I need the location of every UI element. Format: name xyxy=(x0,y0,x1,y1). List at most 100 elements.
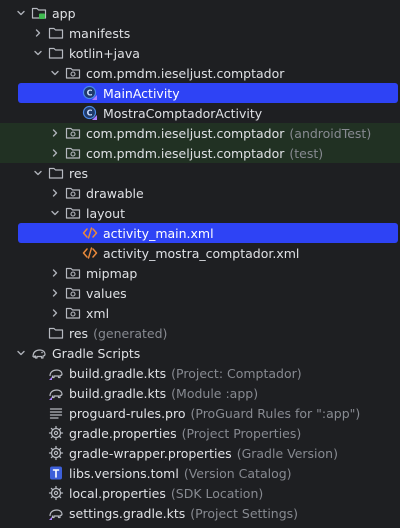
tree-node-label: activity_main.xml xyxy=(103,225,214,241)
tree-node-hint: (generated) xyxy=(93,325,168,341)
gradle-elephant-icon xyxy=(31,345,47,361)
tree-node-package-main[interactable]: com.pmdm.ieseljust.comptador xyxy=(0,63,400,83)
tree-node-package-test[interactable]: com.pmdm.ieseljust.comptador (test) xyxy=(0,143,400,163)
kotlin-class-icon xyxy=(82,105,98,121)
tree-node-label: MostraComptadorActivity xyxy=(103,105,263,121)
tree-node-app[interactable]: app xyxy=(0,3,400,23)
chevron-down-icon[interactable] xyxy=(14,6,28,20)
tree-node-label: gradle.properties xyxy=(69,425,177,441)
tree-node-label: res xyxy=(69,165,89,181)
tree-node-label: xml xyxy=(86,305,110,321)
tree-node-res[interactable]: res xyxy=(0,163,400,183)
chevron-down-icon[interactable] xyxy=(14,346,28,360)
tree-node-kotlin-java[interactable]: kotlin+java xyxy=(0,43,400,63)
folder-icon xyxy=(48,25,64,41)
tree-node-xml[interactable]: xml xyxy=(0,303,400,323)
tree-node-settings-gradle[interactable]: settings.gradle.kts (Project Settings) xyxy=(0,503,400,523)
text-file-icon xyxy=(48,405,64,421)
tree-node-label: proguard-rules.pro xyxy=(69,405,186,421)
tree-node-label: activity_mostra_comptador.xml xyxy=(103,245,300,261)
module-folder-icon xyxy=(31,5,47,21)
tree-node-hint: (Project Properties) xyxy=(181,425,302,441)
chevron-right-icon[interactable] xyxy=(48,306,62,320)
package-icon xyxy=(65,65,81,81)
gear-icon xyxy=(48,485,64,501)
xml-file-icon xyxy=(82,225,98,241)
package-icon xyxy=(65,285,81,301)
xml-file-icon xyxy=(82,245,98,261)
tree-node-label: drawable xyxy=(86,185,144,201)
tree-node-hint: (Module :app) xyxy=(171,385,259,401)
tree-node-hint: (SDK Location) xyxy=(170,485,264,501)
chevron-right-icon[interactable] xyxy=(48,186,62,200)
tree-node-hint: (test) xyxy=(289,145,324,161)
tree-node-label: gradle-wrapper.properties xyxy=(69,445,232,461)
package-icon xyxy=(65,145,81,161)
tree-node-label: build.gradle.kts xyxy=(69,365,167,381)
tree-node-label: MainActivity xyxy=(103,85,180,101)
tree-node-proguard-rules[interactable]: proguard-rules.pro (ProGuard Rules for "… xyxy=(0,403,400,423)
tree-node-gradle-wrapper-properties[interactable]: gradle-wrapper.properties (Gradle Versio… xyxy=(0,443,400,463)
kotlin-class-icon xyxy=(82,85,98,101)
chevron-down-icon[interactable] xyxy=(48,206,62,220)
folder-icon xyxy=(48,45,64,61)
tree-node-hint: (Project Settings) xyxy=(190,505,299,521)
folder-icon xyxy=(48,165,64,181)
tree-node-local-properties[interactable]: local.properties (SDK Location) xyxy=(0,483,400,503)
tree-node-label: libs.versions.toml xyxy=(69,465,179,481)
tree-node-mipmap[interactable]: mipmap xyxy=(0,263,400,283)
chevron-right-icon[interactable] xyxy=(48,126,62,140)
project-tree: app manifests kotlin+java com.pmdm.iesel… xyxy=(0,0,400,528)
gradle-kts-icon xyxy=(48,385,64,401)
tree-node-res-generated[interactable]: res (generated) xyxy=(0,323,400,343)
tree-node-drawable[interactable]: drawable xyxy=(0,183,400,203)
tree-node-values[interactable]: values xyxy=(0,283,400,303)
tree-node-hint: (androidTest) xyxy=(289,125,372,141)
tree-node-label: Gradle Scripts xyxy=(52,345,141,361)
chevron-down-icon[interactable] xyxy=(48,66,62,80)
tree-node-label: values xyxy=(86,285,127,301)
chevron-down-icon[interactable] xyxy=(31,46,45,60)
tree-node-label: mipmap xyxy=(86,265,138,281)
chevron-right-icon[interactable] xyxy=(31,26,45,40)
folder-icon xyxy=(48,325,64,341)
tree-node-label: app xyxy=(52,5,76,21)
tree-node-activity-mostra-xml[interactable]: activity_mostra_comptador.xml xyxy=(0,243,400,263)
tree-node-mostra-comptador-activity[interactable]: MostraComptadorActivity xyxy=(0,103,400,123)
tree-node-layout[interactable]: layout xyxy=(0,203,400,223)
chevron-right-icon[interactable] xyxy=(48,266,62,280)
package-icon xyxy=(65,185,81,201)
tree-node-gradle-scripts[interactable]: Gradle Scripts xyxy=(0,343,400,363)
tree-node-label: com.pmdm.ieseljust.comptador xyxy=(86,125,285,141)
tree-node-label: manifests xyxy=(69,25,131,41)
tree-node-label: com.pmdm.ieseljust.comptador xyxy=(86,65,285,81)
chevron-down-icon[interactable] xyxy=(31,166,45,180)
tree-node-main-activity[interactable]: MainActivity xyxy=(0,83,400,103)
tree-node-label: build.gradle.kts xyxy=(69,385,167,401)
toml-file-icon xyxy=(48,465,64,481)
tree-node-manifests[interactable]: manifests xyxy=(0,23,400,43)
package-icon xyxy=(65,305,81,321)
tree-node-label: kotlin+java xyxy=(69,45,140,61)
tree-node-label: settings.gradle.kts xyxy=(69,505,186,521)
gear-icon xyxy=(48,445,64,461)
package-icon xyxy=(65,265,81,281)
gradle-kts-icon xyxy=(48,505,64,521)
tree-node-build-gradle-module[interactable]: build.gradle.kts (Module :app) xyxy=(0,383,400,403)
chevron-right-icon[interactable] xyxy=(48,286,62,300)
tree-node-label: layout xyxy=(86,205,126,221)
tree-node-hint: (Gradle Version) xyxy=(236,445,338,461)
tree-node-build-gradle-project[interactable]: build.gradle.kts (Project: Comptador) xyxy=(0,363,400,383)
tree-node-libs-versions-toml[interactable]: libs.versions.toml (Version Catalog) xyxy=(0,463,400,483)
tree-node-package-android-test[interactable]: com.pmdm.ieseljust.comptador (androidTes… xyxy=(0,123,400,143)
tree-node-activity-main-xml[interactable]: activity_main.xml xyxy=(0,223,400,243)
tree-node-hint: (ProGuard Rules for ":app") xyxy=(190,405,361,421)
gear-icon xyxy=(48,425,64,441)
package-icon xyxy=(65,205,81,221)
package-icon xyxy=(65,125,81,141)
tree-node-label: local.properties xyxy=(69,485,166,501)
tree-node-hint: (Project: Comptador) xyxy=(171,365,302,381)
tree-node-hint: (Version Catalog) xyxy=(183,465,292,481)
chevron-right-icon[interactable] xyxy=(48,146,62,160)
tree-node-gradle-properties[interactable]: gradle.properties (Project Properties) xyxy=(0,423,400,443)
